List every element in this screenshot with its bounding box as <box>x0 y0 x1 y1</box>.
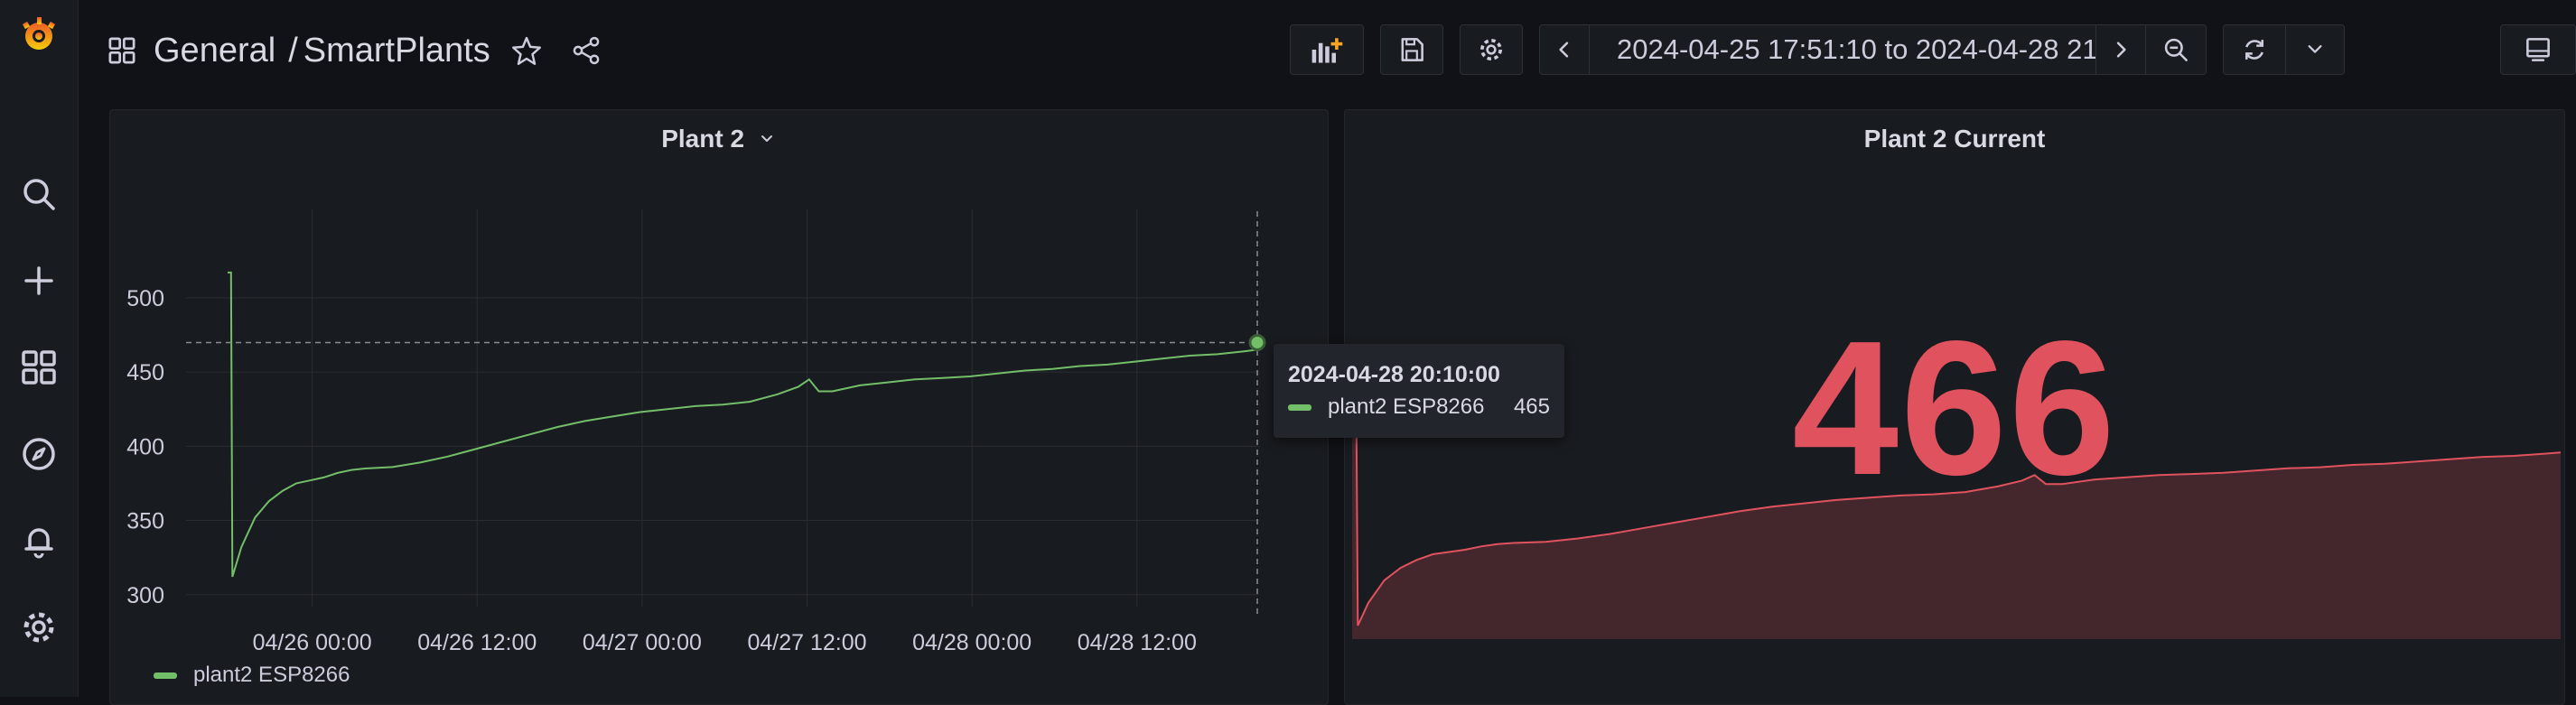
chevron-down-icon <box>2308 45 2322 53</box>
y-tick-label: 500 <box>126 286 164 311</box>
tv-mode-icon <box>2526 38 2550 61</box>
dashboards-icon[interactable] <box>16 345 61 390</box>
y-tick-label: 400 <box>126 434 164 459</box>
tooltip-value: 465 <box>1513 394 1550 419</box>
legend-label: plant2 ESP8266 <box>193 663 350 687</box>
tooltip: 2024-04-28 20:10:00 plant2 ESP8266 465 <box>1274 344 1564 438</box>
sidebar <box>0 0 79 697</box>
legend-swatch <box>154 672 177 679</box>
y-tick-label: 450 <box>126 360 164 385</box>
time-range-text: 2024-04-25 17:51:10 to 2024-04-28 21:04:… <box>1617 33 2176 65</box>
save-button[interactable] <box>1380 24 1443 75</box>
search-icon[interactable] <box>16 172 61 217</box>
hover-point <box>1248 333 1266 351</box>
share-icon[interactable] <box>570 34 602 67</box>
gear-icon[interactable] <box>16 605 61 650</box>
chevron-left-icon <box>1559 42 1569 58</box>
y-tick-label: 350 <box>126 509 164 534</box>
add-panel-button[interactable] <box>1290 24 1364 75</box>
x-tick-label: 04/28 00:00 <box>912 630 1031 652</box>
tv-mode-button[interactable] <box>2500 24 2576 75</box>
add-panel-icon <box>1311 38 1343 63</box>
tooltip-series-name: plant2 ESP8266 <box>1328 394 1485 419</box>
timeseries-panel: Plant 2 500 450 400 350 300 04/26 00:00 04/26 … <box>109 109 1329 705</box>
zoom-out-icon <box>2164 38 2188 61</box>
series-line <box>228 271 1258 578</box>
x-tick-label: 04/26 00:00 <box>253 630 372 652</box>
zoom-out-button[interactable] <box>2145 24 2207 75</box>
plus-icon[interactable] <box>16 258 61 303</box>
x-tick-label: 04/26 12:00 <box>417 630 537 652</box>
dashboard-title[interactable]: SmartPlants <box>303 32 490 70</box>
refresh-button[interactable] <box>2223 24 2286 75</box>
explore-icon[interactable] <box>16 431 61 477</box>
time-back-button[interactable] <box>1539 24 1590 75</box>
breadcrumb-separator: / <box>288 31 298 70</box>
chevron-right-icon <box>2116 42 2126 58</box>
star-icon[interactable] <box>510 34 543 67</box>
legend-item[interactable]: plant2 ESP8266 <box>154 663 350 688</box>
alerting-icon[interactable] <box>16 518 61 563</box>
time-range-picker[interactable]: 2024-04-25 17:51:10 to 2024-04-28 21:04:… <box>1589 24 2176 75</box>
x-tick-label: 04/27 12:00 <box>747 630 866 652</box>
settings-icon <box>1480 39 1502 60</box>
x-tick-label: 04/28 12:00 <box>1078 630 1197 652</box>
dashboards-icon <box>107 35 137 66</box>
tooltip-series: plant2 ESP8266 <box>1288 394 1484 420</box>
y-tick-label: 300 <box>126 583 164 608</box>
time-forward-button[interactable] <box>2095 24 2146 75</box>
timeseries-chart[interactable]: 500 450 400 350 300 04/26 00:00 04/26 12:00 04/… <box>110 110 1328 652</box>
breadcrumb: General / SmartPlants <box>107 25 602 76</box>
tooltip-time: 2024-04-28 20:10:00 <box>1288 362 1500 387</box>
grafana-logo[interactable] <box>16 13 61 58</box>
save-icon <box>1401 38 1423 61</box>
tooltip-swatch <box>1288 404 1311 411</box>
x-tick-label: 04/27 00:00 <box>583 630 702 652</box>
folder-link[interactable]: General <box>154 32 275 70</box>
refresh-icon <box>2245 40 2263 60</box>
settings-button[interactable] <box>1460 24 1523 75</box>
refresh-interval-dropdown[interactable] <box>2285 24 2345 75</box>
top-bar: General / SmartPlants 2024-04-25 17:51:1… <box>78 0 2576 99</box>
